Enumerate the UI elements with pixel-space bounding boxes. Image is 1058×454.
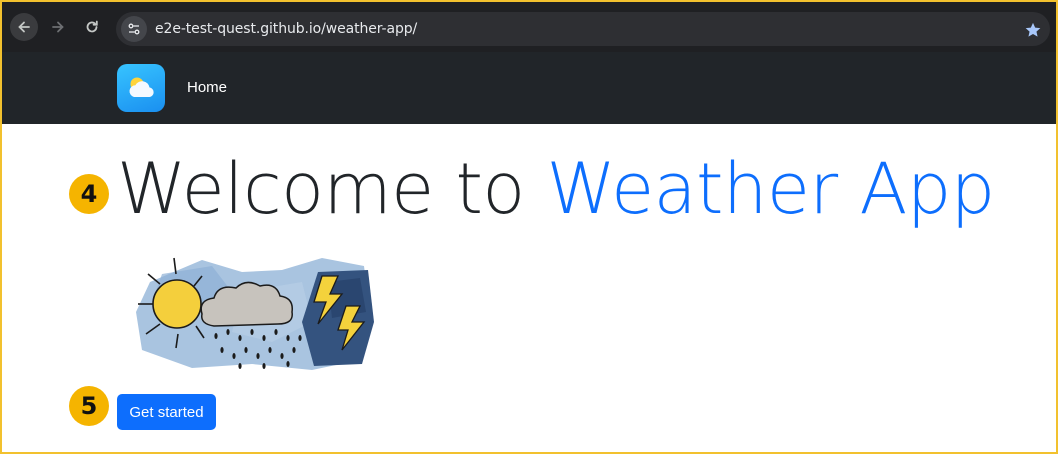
address-bar[interactable]: e2e-test-quest.github.io/weather-app/	[116, 12, 1050, 46]
site-info-button[interactable]	[121, 16, 147, 42]
reload-icon	[86, 20, 98, 33]
hero-title-prefix: Welcome to	[117, 148, 547, 230]
arrow-left-icon	[18, 21, 30, 33]
hero-title: Welcome to Weather App	[117, 148, 995, 230]
get-started-button[interactable]: Get started	[117, 394, 216, 430]
star-icon	[1025, 22, 1041, 37]
weather-illustration	[136, 257, 374, 370]
forward-button[interactable]	[44, 13, 72, 41]
back-button[interactable]	[10, 13, 38, 41]
hero-title-accent: Weather App	[546, 148, 995, 230]
app-navbar: Home	[2, 52, 1056, 124]
main-content: 4 Welcome to Weather App 5 Get started	[2, 124, 1056, 452]
tune-icon	[128, 23, 140, 35]
screenshot-frame: e2e-test-quest.github.io/weather-app/ Ho…	[0, 0, 1058, 454]
step-badge-4: 4	[69, 174, 109, 214]
url-text[interactable]: e2e-test-quest.github.io/weather-app/	[155, 21, 417, 37]
weather-cloud-sun-icon	[129, 77, 154, 97]
nav-home-link[interactable]: Home	[187, 79, 227, 96]
browser-toolbar: e2e-test-quest.github.io/weather-app/	[2, 2, 1056, 52]
bookmark-button[interactable]	[1022, 19, 1044, 41]
arrow-right-icon	[52, 21, 64, 33]
reload-button[interactable]	[78, 13, 106, 41]
app-logo[interactable]	[117, 64, 165, 112]
step-badge-5: 5	[69, 386, 109, 426]
